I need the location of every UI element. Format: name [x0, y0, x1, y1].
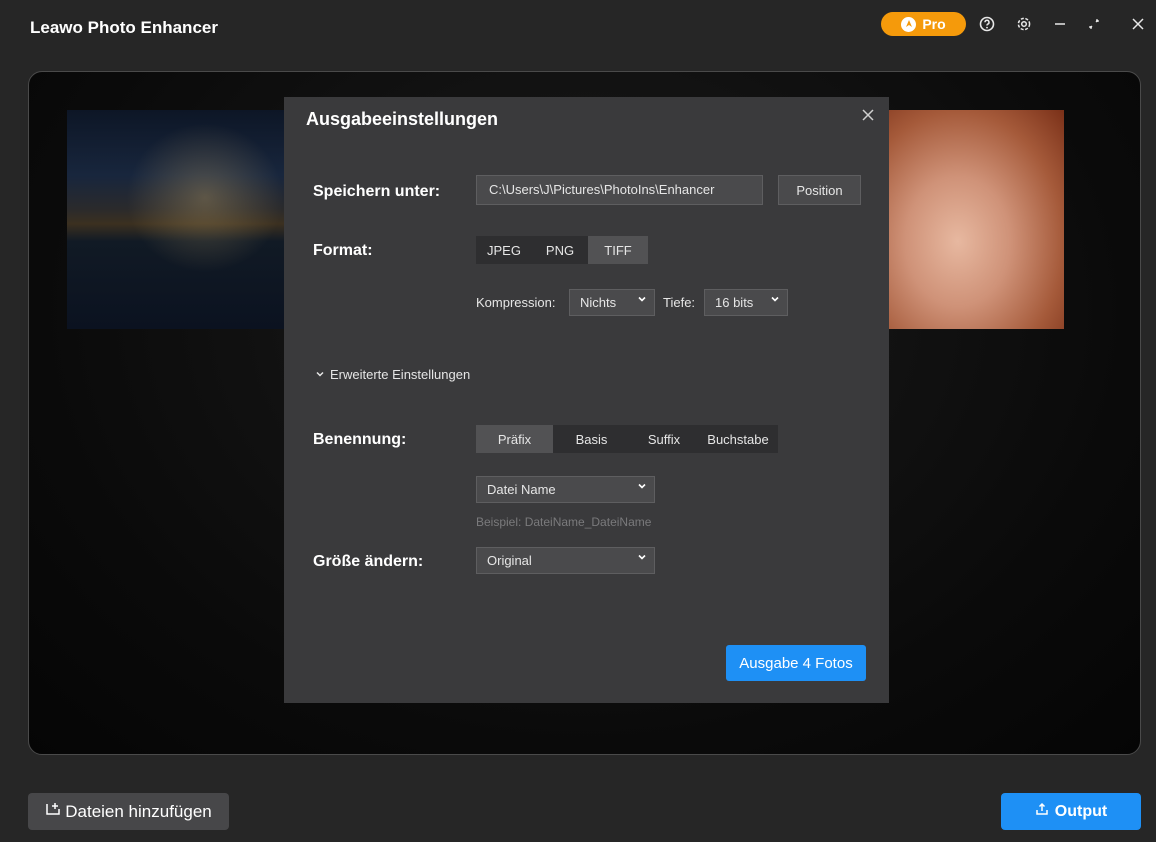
- close-icon[interactable]: [1126, 12, 1150, 36]
- help-icon[interactable]: [975, 12, 999, 36]
- format-label: Format:: [313, 242, 373, 259]
- resize-value: Original: [487, 553, 532, 568]
- add-files-button[interactable]: Dateien hinzufügen: [28, 793, 229, 830]
- output-label: Output: [1054, 802, 1108, 820]
- title-bar: Leawo Photo Enhancer Pro: [0, 0, 1156, 54]
- save-path-field[interactable]: C:\Users\J\Pictures\PhotoIns\Enhancer: [476, 175, 763, 205]
- chevron-down-icon: [637, 552, 647, 565]
- naming-value: Datei Name: [487, 482, 556, 497]
- format-selector: JPEG PNG TIFF: [476, 236, 648, 264]
- naming-option-base[interactable]: Basis: [553, 425, 630, 453]
- naming-selector: Präfix Basis Suffix Buchstabe: [476, 425, 778, 453]
- format-option-tiff[interactable]: TIFF: [588, 236, 648, 264]
- position-button[interactable]: Position: [778, 175, 861, 205]
- chevron-down-icon: [770, 294, 780, 307]
- resize-select[interactable]: Original: [476, 547, 655, 574]
- naming-option-suffix[interactable]: Suffix: [630, 425, 698, 453]
- add-files-label: Dateien hinzufügen: [65, 801, 212, 821]
- chevron-down-icon: [316, 370, 324, 380]
- naming-example: Beispiel: DateiName_DateiName: [476, 515, 652, 529]
- rocket-icon: [901, 16, 917, 32]
- depth-label: Tiefe:: [663, 295, 696, 310]
- app-title: Leawo Photo Enhancer: [30, 18, 218, 37]
- depth-select[interactable]: 16 bits: [704, 289, 788, 316]
- pro-button[interactable]: Pro: [881, 12, 966, 36]
- pro-label: Pro: [922, 16, 946, 32]
- minimize-icon[interactable]: [1048, 12, 1072, 36]
- naming-option-prefix[interactable]: Präfix: [476, 425, 553, 453]
- resize-label: Größe ändern:: [313, 553, 424, 570]
- compression-label: Kompression:: [476, 295, 556, 310]
- naming-option-letter[interactable]: Buchstabe: [698, 425, 778, 453]
- advanced-settings-toggle[interactable]: Erweiterte Einstellungen: [316, 367, 470, 382]
- chevron-down-icon: [637, 481, 647, 494]
- photo-thumbnail-portrait[interactable]: [887, 110, 1064, 329]
- advanced-settings-label: Erweiterte Einstellungen: [330, 367, 471, 382]
- format-option-jpeg[interactable]: JPEG: [476, 236, 532, 264]
- photo-thumbnail-city[interactable]: [67, 110, 297, 329]
- maximize-icon[interactable]: [1082, 12, 1106, 36]
- dialog-title: Ausgabeeinstellungen: [306, 109, 499, 129]
- export-photos-button[interactable]: Ausgabe 4 Fotos: [726, 645, 866, 681]
- settings-icon[interactable]: [1012, 12, 1036, 36]
- output-button[interactable]: Output: [1001, 793, 1141, 830]
- add-files-icon: [45, 801, 61, 822]
- dialog-close-icon[interactable]: [858, 105, 878, 125]
- naming-label: Benennung:: [313, 431, 407, 448]
- depth-value: 16 bits: [715, 295, 754, 310]
- chevron-down-icon: [637, 294, 647, 307]
- format-option-png[interactable]: PNG: [532, 236, 588, 264]
- compression-select[interactable]: Nichts: [569, 289, 655, 316]
- compression-value: Nichts: [580, 295, 617, 310]
- save-location-label: Speichern unter:: [313, 183, 441, 200]
- naming-select[interactable]: Datei Name: [476, 476, 655, 503]
- output-settings-dialog: Ausgabeeinstellungen Speichern unter: C:…: [284, 97, 889, 703]
- upload-icon: [1035, 802, 1049, 821]
